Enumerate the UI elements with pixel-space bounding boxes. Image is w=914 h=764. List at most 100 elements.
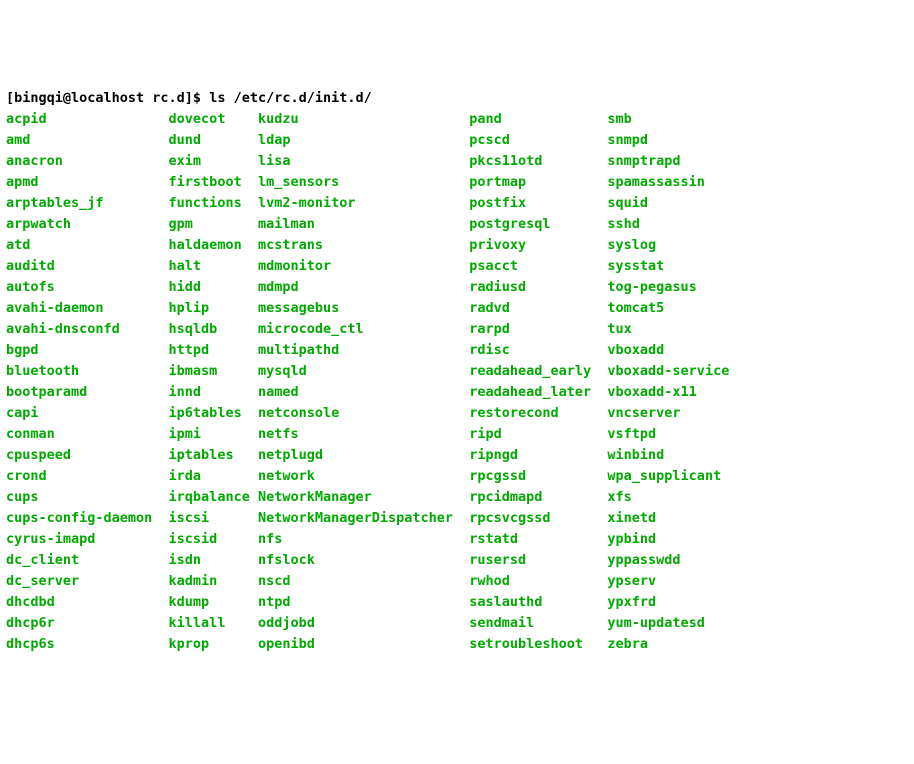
ls-entry: hsqldb xyxy=(169,319,258,340)
ls-entry: psacct xyxy=(469,256,607,277)
ls-row: atdhaldaemonmcstransprivoxysyslog xyxy=(6,235,908,256)
ls-row: dhcp6rkillalloddjobdsendmailyum-updatesd xyxy=(6,613,908,634)
ls-row: capiip6tablesnetconsolerestorecondvncser… xyxy=(6,403,908,424)
ls-entry: mailman xyxy=(258,214,469,235)
ls-entry: restorecond xyxy=(469,403,607,424)
ls-entry: conman xyxy=(6,424,169,445)
ls-row: amddundldappcscdsnmpd xyxy=(6,130,908,151)
ls-entry: nscd xyxy=(258,571,469,592)
ls-entry: anacron xyxy=(6,151,169,172)
ls-entry: smb xyxy=(607,109,737,130)
ls-entry: microcode_ctl xyxy=(258,319,469,340)
ls-entry: snmpd xyxy=(607,130,737,151)
ls-entry: dovecot xyxy=(169,109,258,130)
ls-entry: lisa xyxy=(258,151,469,172)
ls-entry: messagebus xyxy=(258,298,469,319)
ls-entry: rpcsvcgssd xyxy=(469,508,607,529)
ls-entry: iptables xyxy=(169,445,258,466)
ls-entry: multipathd xyxy=(258,340,469,361)
ls-entry: privoxy xyxy=(469,235,607,256)
ls-row: dhcdbdkdumpntpdsaslauthdypxfrd xyxy=(6,592,908,613)
ls-entry: kudzu xyxy=(258,109,469,130)
ls-row: arpwatchgpmmailmanpostgresqlsshd xyxy=(6,214,908,235)
ls-entry: hidd xyxy=(169,277,258,298)
ls-entry: pand xyxy=(469,109,607,130)
ls-entry: yppasswdd xyxy=(607,550,737,571)
ls-entry: saslauthd xyxy=(469,592,607,613)
ls-row: bluetoothibmasmmysqldreadahead_earlyvbox… xyxy=(6,361,908,382)
ls-entry: pcscd xyxy=(469,130,607,151)
ls-entry: dund xyxy=(169,130,258,151)
ls-entry: kprop xyxy=(169,634,258,655)
ls-entry: amd xyxy=(6,130,169,151)
ls-entry: tux xyxy=(607,319,737,340)
ls-row: apmdfirstbootlm_sensorsportmapspamassass… xyxy=(6,172,908,193)
ls-entry: sendmail xyxy=(469,613,607,634)
ls-entry: iscsid xyxy=(169,529,258,550)
ls-entry: rpcgssd xyxy=(469,466,607,487)
ls-entry: crond xyxy=(6,466,169,487)
ls-entry: netplugd xyxy=(258,445,469,466)
ls-entry: rwhod xyxy=(469,571,607,592)
ls-row: arptables_jffunctionslvm2-monitorpostfix… xyxy=(6,193,908,214)
ls-entry: ypserv xyxy=(607,571,737,592)
ls-row: acpiddovecotkudzupandsmb xyxy=(6,109,908,130)
ls-entry: functions xyxy=(169,193,258,214)
ls-entry: winbind xyxy=(607,445,737,466)
ls-row: conmanipminetfsripdvsftpd xyxy=(6,424,908,445)
ls-entry: httpd xyxy=(169,340,258,361)
ls-entry: capi xyxy=(6,403,169,424)
ls-entry: dc_client xyxy=(6,550,169,571)
ls-entry: tomcat5 xyxy=(607,298,737,319)
ls-entry: acpid xyxy=(6,109,169,130)
ls-entry: mdmonitor xyxy=(258,256,469,277)
ls-entry: mcstrans xyxy=(258,235,469,256)
ls-entry: vsftpd xyxy=(607,424,737,445)
ls-entry: wpa_supplicant xyxy=(607,466,737,487)
ls-entry: rusersd xyxy=(469,550,607,571)
ls-entry: cpuspeed xyxy=(6,445,169,466)
ls-entry: cups xyxy=(6,487,169,508)
ls-entry: lvm2-monitor xyxy=(258,193,469,214)
ls-entry: rarpd xyxy=(469,319,607,340)
ls-entry: avahi-daemon xyxy=(6,298,169,319)
ls-entry: kdump xyxy=(169,592,258,613)
ls-entry: sysstat xyxy=(607,256,737,277)
ls-entry: auditd xyxy=(6,256,169,277)
ls-entry: xinetd xyxy=(607,508,737,529)
ls-entry: autofs xyxy=(6,277,169,298)
ls-entry: arptables_jf xyxy=(6,193,169,214)
ls-entry: ibmasm xyxy=(169,361,258,382)
ls-entry: iscsi xyxy=(169,508,258,529)
ls-entry: netfs xyxy=(258,424,469,445)
ls-entry: cyrus-imapd xyxy=(6,529,169,550)
ls-entry: NetworkManagerDispatcher xyxy=(258,508,469,529)
ls-row: dc_clientisdnnfslockrusersdyppasswdd xyxy=(6,550,908,571)
ls-entry: xfs xyxy=(607,487,737,508)
ls-entry: rdisc xyxy=(469,340,607,361)
ls-entry: lm_sensors xyxy=(258,172,469,193)
ls-entry: zebra xyxy=(607,634,737,655)
ls-entry: innd xyxy=(169,382,258,403)
shell-prompt: [bingqi@localhost rc.d]$ xyxy=(6,90,209,106)
ls-entry: ipmi xyxy=(169,424,258,445)
ls-row: autofshiddmdmpdradiusdtog-pegasus xyxy=(6,277,908,298)
ls-entry: irqbalance xyxy=(169,487,258,508)
ls-entry: exim xyxy=(169,151,258,172)
ls-row: cups-config-daemoniscsiNetworkManagerDis… xyxy=(6,508,908,529)
ls-entry: rstatd xyxy=(469,529,607,550)
ls-entry: bootparamd xyxy=(6,382,169,403)
ls-entry: dhcp6s xyxy=(6,634,169,655)
ls-entry: radvd xyxy=(469,298,607,319)
ls-row: avahi-dnsconfdhsqldbmicrocode_ctlrarpdtu… xyxy=(6,319,908,340)
ls-row: cupsirqbalanceNetworkManagerrpcidmapdxfs xyxy=(6,487,908,508)
ls-entry: gpm xyxy=(169,214,258,235)
ls-entry: ypbind xyxy=(607,529,737,550)
ls-entry: haldaemon xyxy=(169,235,258,256)
ls-entry: NetworkManager xyxy=(258,487,469,508)
ls-entry: cups-config-daemon xyxy=(6,508,169,529)
ls-entry: oddjobd xyxy=(258,613,469,634)
shell-command[interactable]: ls /etc/rc.d/init.d/ xyxy=(209,90,372,106)
ls-row: crondirdanetworkrpcgssdwpa_supplicant xyxy=(6,466,908,487)
ls-entry: vboxadd-x11 xyxy=(607,382,737,403)
